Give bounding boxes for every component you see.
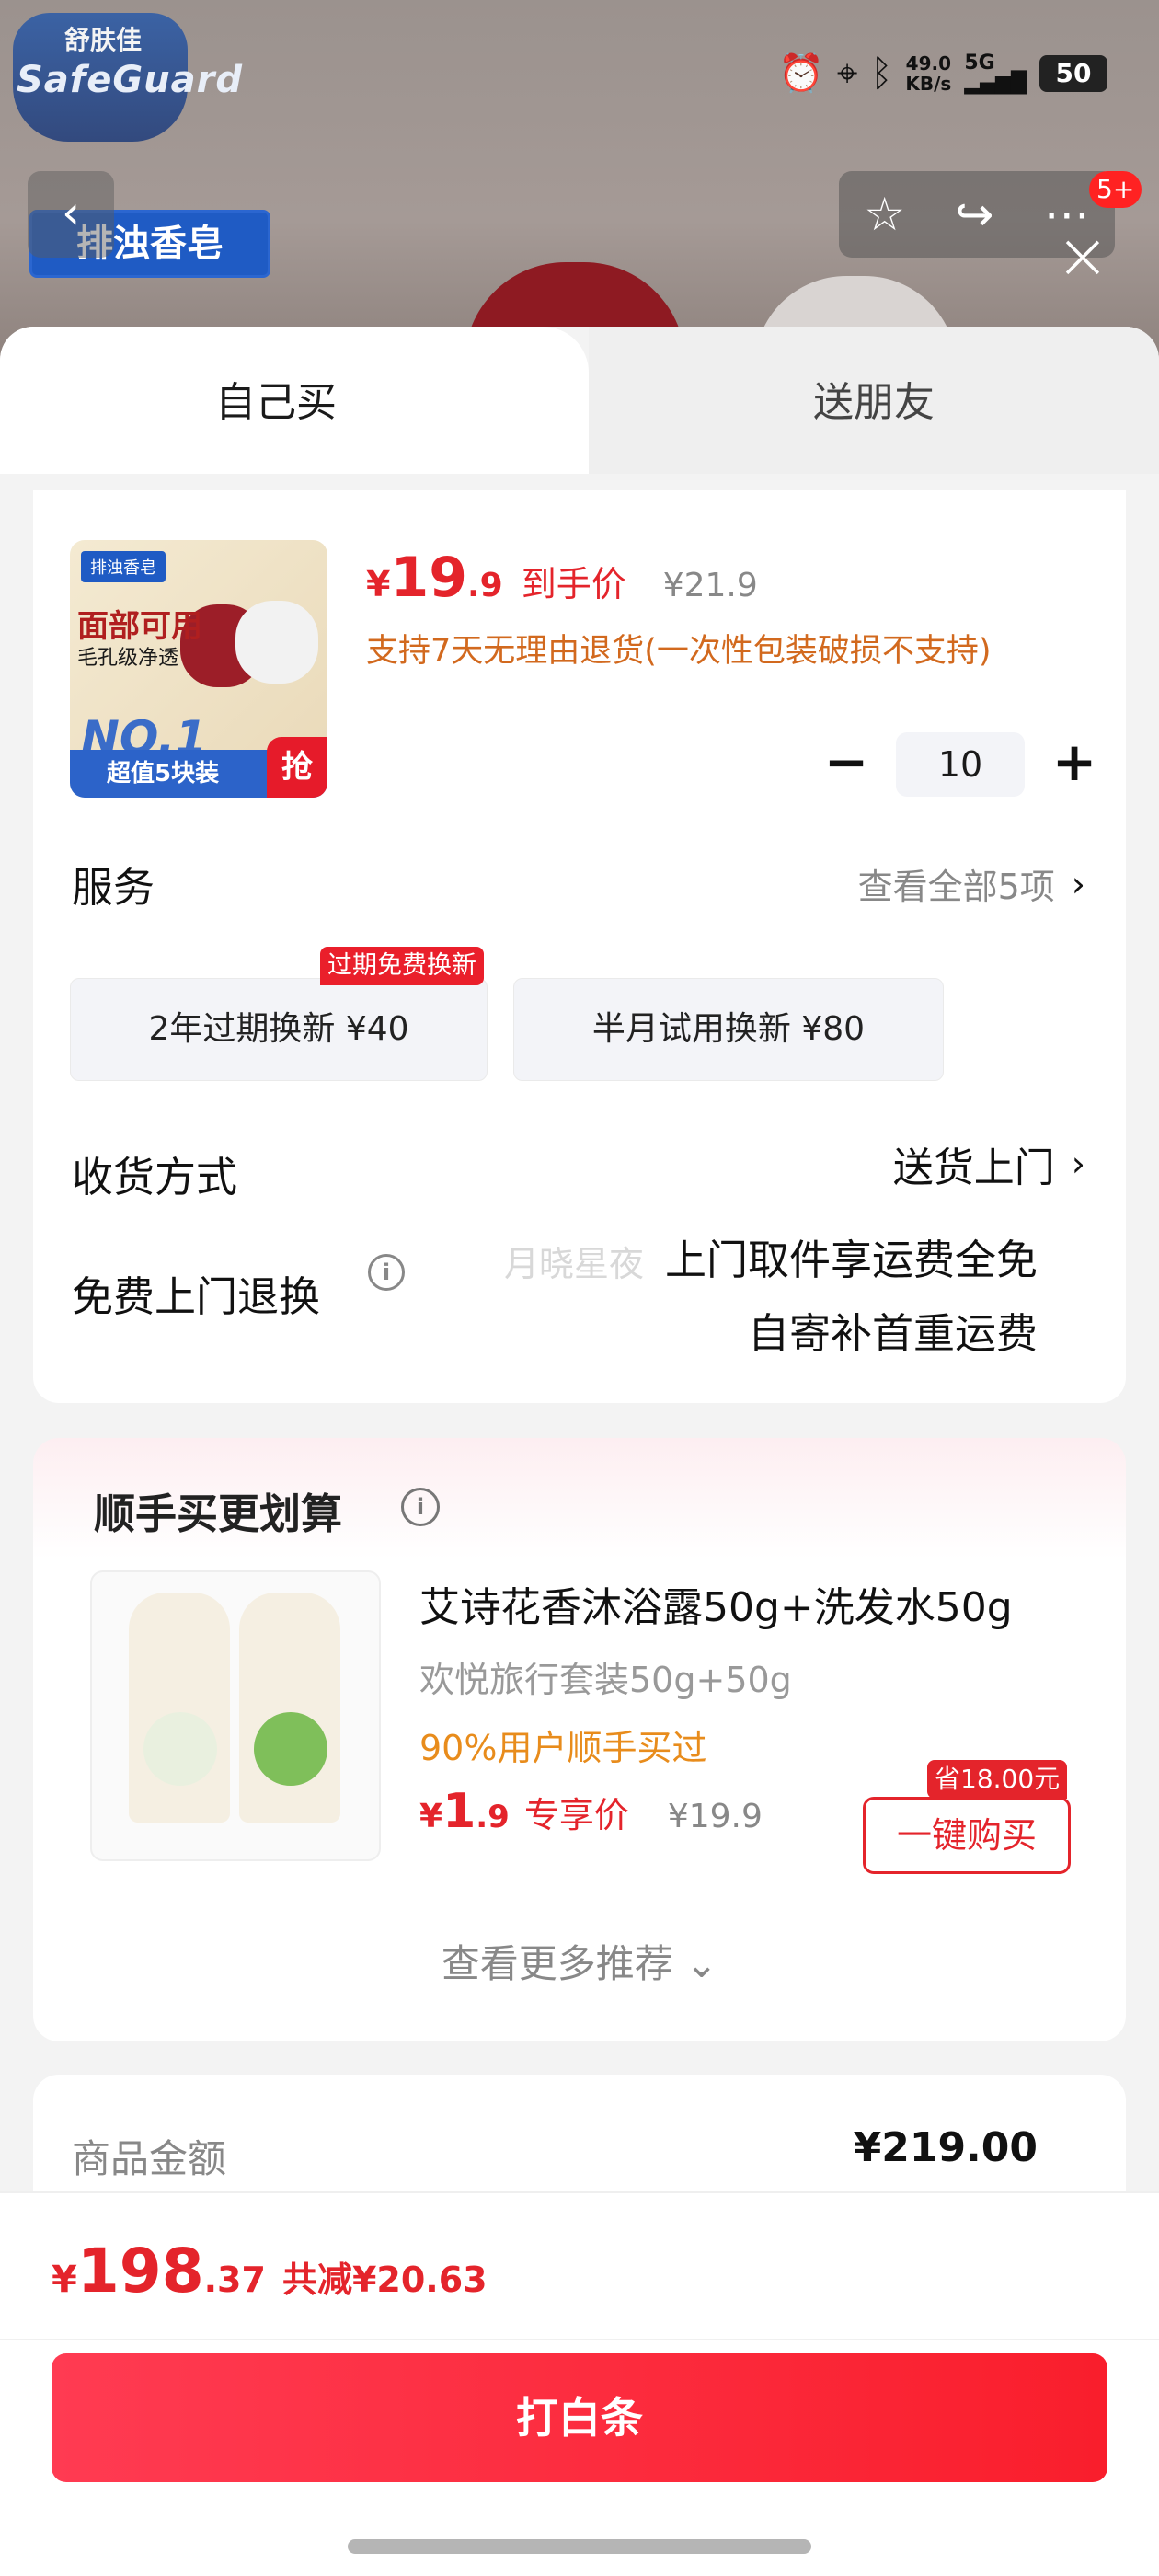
- net-speed: 49.0 KB/s: [905, 53, 951, 94]
- star-icon[interactable]: ☆: [864, 188, 905, 241]
- product-price: ¥ 19 .9 到手价 ¥21.9: [366, 546, 758, 610]
- close-icon: ×: [1055, 218, 1110, 293]
- chevron-right-icon: ›: [1071, 1144, 1085, 1184]
- net-speed-unit: KB/s: [905, 72, 952, 95]
- chevron-left-icon: ‹: [62, 186, 80, 239]
- price-integer: 19: [390, 546, 467, 610]
- addon-popularity: 90%用户顺手买过: [419, 1728, 707, 1768]
- product-image-tag: 排浊香皂: [81, 551, 166, 582]
- status-bar: ⏰ ⌖ ᛒ 49.0 KB/s 5G ▂▄▆█ 50: [778, 52, 1107, 95]
- original-price: ¥21.9: [662, 567, 758, 604]
- goods-amount-label: 商品金额: [72, 2136, 227, 2181]
- service-view-all-label: 查看全部5项: [857, 867, 1055, 907]
- service-title: 服务: [72, 863, 155, 912]
- info-icon[interactable]: i: [401, 1488, 440, 1526]
- product-image-grab: 抢: [267, 737, 327, 798]
- addon-product-name[interactable]: 艾诗花香沐浴露50g+洗发水50g: [419, 1574, 1013, 1633]
- price-integer: 1: [442, 1784, 476, 1839]
- addon-product-image[interactable]: [90, 1570, 381, 1861]
- free-return-line1: 上门取件享运费全免: [664, 1236, 1038, 1284]
- product-image-subline: 毛孔级净透: [77, 647, 179, 670]
- price-label: 到手价: [521, 564, 626, 604]
- purchase-tabs: 送朋友 自己买: [0, 327, 1159, 474]
- service-option-expiry[interactable]: 2年过期换新 ¥40: [70, 978, 488, 1081]
- shipping-method[interactable]: 送货上门 ›: [893, 1134, 1085, 1193]
- location-icon: ⌖: [836, 52, 858, 95]
- back-button[interactable]: ‹: [28, 171, 114, 258]
- increase-button[interactable]: +: [1041, 731, 1107, 798]
- product-image-headline: 面部可用: [77, 608, 202, 645]
- chevron-right-icon: ›: [1071, 863, 1085, 904]
- tab-send-friend[interactable]: 送朋友: [589, 327, 1159, 474]
- product-image[interactable]: 排浊香皂 面部可用 毛孔级净透 NO.1 超值5块装 抢: [70, 540, 327, 798]
- pay-button[interactable]: 打白条: [52, 2353, 1107, 2482]
- total-reduction: 共减¥20.63: [281, 2260, 488, 2300]
- watermark: 月晓星夜: [504, 1244, 645, 1284]
- free-return-line2: 自寄补首重运费: [747, 1309, 1038, 1358]
- home-indicator[interactable]: [348, 2539, 811, 2554]
- shipping-title: 收货方式: [72, 1153, 238, 1202]
- addon-title: 顺手买更划算: [94, 1489, 343, 1538]
- price-decimal: .9: [476, 1799, 510, 1835]
- tab-buy-self[interactable]: 自己买: [0, 327, 589, 474]
- total-decimal: .37: [203, 2260, 266, 2300]
- price-currency: ¥: [366, 564, 391, 604]
- share-icon[interactable]: ↪: [955, 188, 993, 241]
- decrease-button[interactable]: −: [813, 731, 879, 798]
- battery-icon: 50: [1039, 54, 1107, 92]
- addon-price: ¥ 1 .9 专享价 ¥19.9: [419, 1784, 763, 1839]
- original-price: ¥19.9: [667, 1798, 763, 1835]
- price-currency: ¥: [419, 1798, 443, 1835]
- bottle-image: [239, 1593, 340, 1823]
- notification-badge: 5+: [1089, 171, 1142, 208]
- total-price: ¥ 198 .37 共减¥20.63: [52, 2236, 488, 2306]
- save-badge: 省18.00元: [927, 1760, 1068, 1799]
- bluetooth-icon: ᛒ: [870, 52, 893, 95]
- service-promo-tag: 过期免费换新: [320, 947, 484, 985]
- one-click-buy-button[interactable]: 一键购买: [863, 1797, 1071, 1874]
- checkout-bar: ¥ 198 .37 共减¥20.63 打白条: [0, 2191, 1159, 2576]
- quantity-input[interactable]: 10: [896, 732, 1025, 797]
- signal-icon: 5G ▂▄▆█: [964, 51, 1027, 95]
- return-policy-note: 支持7天无理由退货(一次性包装破损不支持): [366, 633, 992, 670]
- price-decimal: .9: [466, 567, 503, 604]
- service-view-all[interactable]: 查看全部5项 ›: [858, 858, 1085, 909]
- service-option-trial[interactable]: 半月试用换新 ¥80: [513, 978, 944, 1081]
- bottle-image: [129, 1593, 230, 1823]
- product-card: 排浊香皂 面部可用 毛孔级净透 NO.1 超值5块装 抢 ¥ 19 .9 到手价…: [33, 490, 1126, 1403]
- alarm-icon: ⏰: [778, 52, 824, 95]
- addon-product-subtitle: 欢悦旅行套装50g+50g: [419, 1660, 792, 1700]
- close-button[interactable]: ×: [1050, 224, 1115, 291]
- addon-recommendation-card: 顺手买更划算 i 艾诗花香沐浴露50g+洗发水50g 欢悦旅行套装50g+50g…: [33, 1438, 1126, 2041]
- shipping-method-value: 送货上门: [892, 1144, 1055, 1191]
- brand-logo-text: SafeGuard: [17, 59, 243, 101]
- net-speed-value: 49.0: [905, 52, 952, 75]
- total-currency: ¥: [52, 2259, 77, 2301]
- divider: [0, 2339, 1159, 2340]
- info-icon[interactable]: i: [368, 1254, 405, 1291]
- more-recommendations-link[interactable]: 查看更多推荐 ⌄: [33, 1933, 1126, 1989]
- quantity-stepper: − 10 +: [813, 731, 1107, 798]
- network-type: 5G: [964, 51, 995, 75]
- soap-shape-white: [235, 601, 318, 684]
- total-integer: 198: [76, 2236, 204, 2306]
- price-label: 专享价: [523, 1795, 629, 1835]
- goods-amount-value: ¥219.00: [853, 2124, 1038, 2171]
- brand-logo-cn: 舒肤佳: [64, 25, 143, 55]
- free-return-title: 免费上门退换: [72, 1272, 321, 1321]
